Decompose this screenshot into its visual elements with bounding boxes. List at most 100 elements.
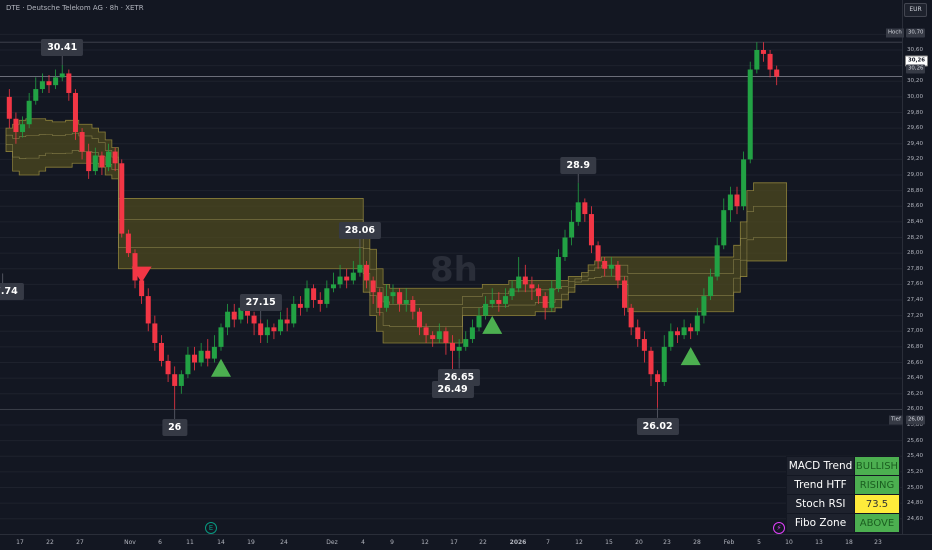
price-tick-label: 26,00	[907, 406, 924, 413]
candle-body	[251, 315, 257, 324]
time-tick-label: 14	[217, 539, 225, 546]
dashboard-value: RISING	[854, 475, 900, 495]
candle-body	[370, 280, 376, 293]
candle-body	[509, 288, 515, 297]
currency-button[interactable]: EUR	[904, 3, 927, 17]
candle-body	[708, 276, 714, 297]
candle-body	[410, 300, 416, 312]
earnings-icon[interactable]: E	[205, 522, 217, 534]
time-tick-label: Nov	[124, 539, 136, 546]
time-tick-label: 27	[76, 539, 84, 546]
dashboard-label: MACD Trend	[786, 456, 855, 476]
price-tick-label: 26,20	[907, 390, 924, 397]
time-tick-label: 23	[663, 539, 671, 546]
current-price-tag-2: 30,26	[906, 64, 926, 74]
price-tick-label: 27,00	[907, 328, 924, 335]
candle-body	[661, 346, 667, 383]
price-tick-label: 27,20	[907, 312, 924, 319]
chart-title: DTE · Deutsche Telekom AG · 8h · XETR	[6, 4, 144, 12]
candle-body	[284, 319, 290, 324]
candle-body	[377, 292, 383, 308]
candle-body	[390, 292, 396, 297]
candle-body	[350, 272, 356, 281]
candle-body	[681, 327, 687, 336]
candle-body	[602, 260, 608, 269]
dashboard-row-stoch: Stoch RSI 73.5	[786, 494, 900, 514]
candle-body	[694, 315, 700, 332]
price-tick-label: 30,20	[907, 78, 924, 85]
time-tick-label: 28	[693, 539, 701, 546]
candle-body	[304, 288, 310, 308]
price-tick-label: 28,40	[907, 218, 924, 225]
candle-body	[436, 331, 442, 340]
candle-body	[483, 303, 489, 316]
candle-body	[767, 53, 773, 70]
candle-body	[383, 296, 389, 308]
time-tick-label: 2026	[509, 539, 527, 546]
candle-body	[674, 331, 680, 336]
candle-body	[549, 288, 555, 308]
price-tick-label: 26,80	[907, 343, 924, 350]
candle-body	[655, 374, 661, 383]
candle-body	[231, 311, 237, 320]
price-tick-label: 27,40	[907, 297, 924, 303]
time-tick-label: 11	[186, 539, 194, 546]
candle-body	[489, 300, 495, 304]
candle-body	[502, 296, 508, 304]
candle-body	[608, 264, 614, 269]
candle-body	[496, 300, 502, 304]
pivot-low-label: 26.49	[431, 381, 474, 399]
candle-body	[450, 342, 456, 351]
candle-body	[198, 350, 204, 363]
candle-body	[575, 202, 581, 222]
candle-body	[291, 303, 297, 324]
candle-body	[192, 354, 198, 363]
dividend-icon[interactable]: ⚡	[773, 522, 785, 534]
candle-body	[463, 339, 469, 347]
candle-body	[297, 303, 303, 308]
candle-body	[211, 346, 217, 359]
candle-body	[403, 300, 409, 304]
dashboard-row-macd: MACD Trend BULLISH	[786, 456, 900, 476]
pivot-high-label: 28.9	[560, 156, 596, 174]
candle-body	[66, 73, 72, 93]
candle-body	[218, 327, 224, 347]
candle-body	[13, 118, 19, 133]
candle-body	[522, 276, 528, 285]
time-tick-label: Dez	[326, 539, 338, 546]
candle-body	[20, 124, 26, 133]
candle-body	[760, 50, 766, 54]
candle-body	[59, 73, 65, 78]
price-tick-label: 28,20	[907, 234, 924, 241]
candle-body	[364, 264, 370, 281]
dashboard-value: BULLISH	[854, 456, 900, 476]
interval-watermark: 8h	[430, 250, 478, 290]
price-tick-label: 27,60	[907, 281, 924, 288]
candle-body	[456, 346, 462, 351]
candle-body	[648, 350, 654, 375]
candle-body	[423, 327, 429, 336]
time-tick-label: 17	[16, 539, 24, 546]
price-tick-label: 28,60	[907, 203, 924, 210]
candle-body	[33, 89, 39, 101]
candle-body	[516, 276, 522, 289]
low-tag-label: Tief	[889, 415, 903, 425]
price-tick-label: 30,00	[907, 93, 924, 100]
price-tick-label: 25,20	[907, 468, 924, 475]
dashboard-row-fibo: Fibo Zone ABOVE	[786, 513, 900, 533]
candle-body	[39, 81, 45, 90]
candle-body	[178, 374, 184, 386]
candle-body	[46, 81, 52, 86]
candle-body	[754, 50, 760, 70]
candle-body	[152, 323, 158, 343]
candle-body	[26, 100, 32, 125]
candle-body	[635, 327, 641, 340]
price-tick-label: 29,00	[907, 172, 924, 178]
time-tick-label: 23	[874, 539, 882, 546]
time-tick-label: 6	[158, 539, 162, 546]
candle-body	[701, 296, 707, 316]
price-axis-separator	[902, 0, 903, 534]
candle-body	[264, 327, 270, 336]
candle-body	[555, 257, 561, 289]
candle-body	[615, 264, 621, 281]
